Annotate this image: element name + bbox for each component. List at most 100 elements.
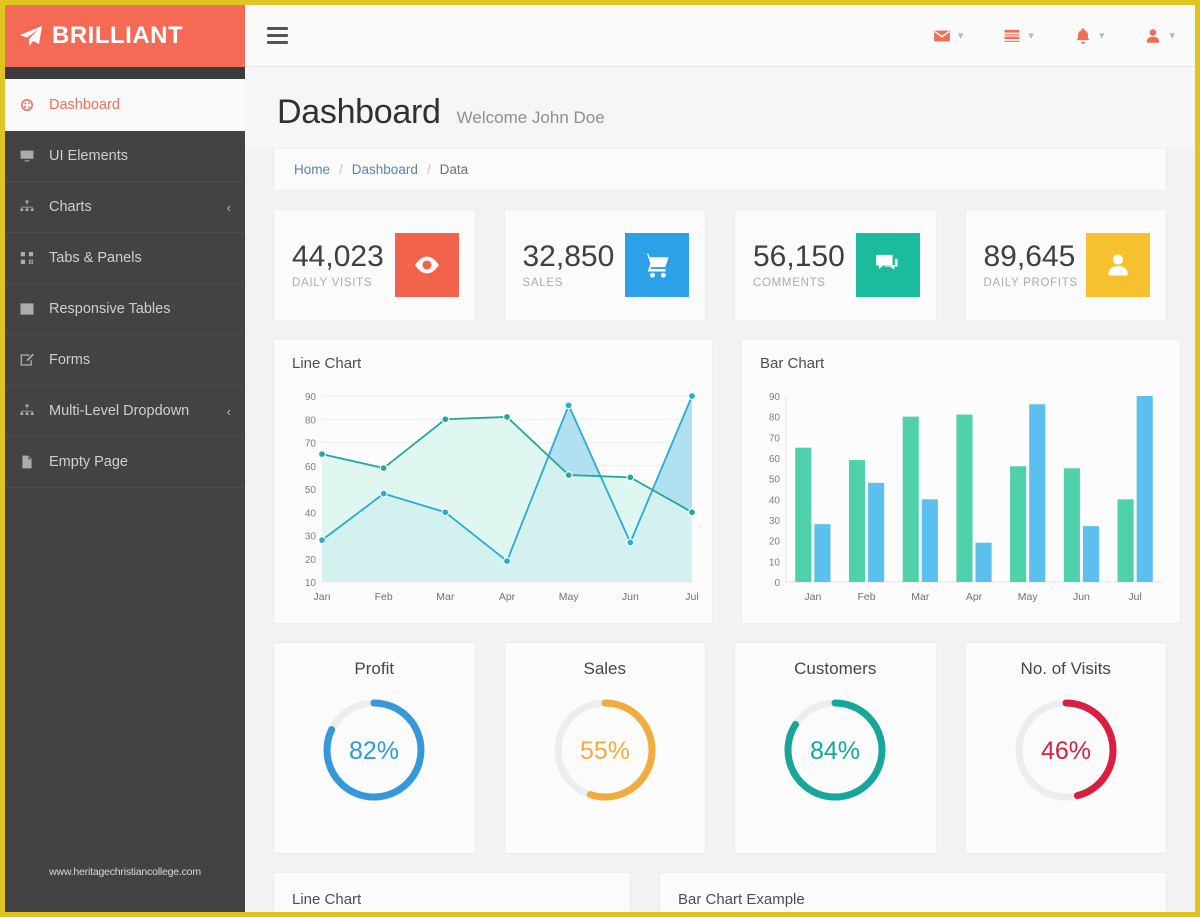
sidebar-item-label: Forms	[49, 352, 91, 368]
svg-text:10: 10	[769, 557, 781, 568]
svg-text:May: May	[559, 591, 580, 603]
donut-title: No. of Visits	[1020, 659, 1111, 678]
donut-value: 46%	[1041, 737, 1091, 765]
bottom-card-row: Line Chart Bar Chart Example	[273, 872, 1167, 912]
tasks-menu[interactable]: ▾	[1003, 27, 1034, 45]
svg-text:90: 90	[769, 392, 781, 403]
sidebar-item-tabs-panels[interactable]: Tabs & Panels	[5, 233, 245, 284]
stat-card-sales: 32,850 SALES	[503, 209, 706, 321]
bell-menu[interactable]: ▾	[1074, 27, 1105, 45]
breadcrumb-item-home[interactable]: Home	[294, 162, 330, 177]
donut-svg: 46%	[1015, 699, 1117, 801]
line-chart-area: 10 20 30 40 50 60 70 80 90 Jan Feb Mar Apr May Jun Jul	[274, 382, 712, 623]
chevron-left-icon[interactable]: ‹	[227, 404, 231, 419]
svg-text:Jun: Jun	[1073, 591, 1090, 603]
brand-name: BRILLIANT	[52, 22, 184, 49]
donut-gauge: 82%	[315, 691, 433, 814]
envelope-icon	[933, 27, 951, 45]
sidebar-item-ui-elements[interactable]: UI Elements	[5, 131, 245, 182]
donut-card-row: Profit 82% Sales 55% Customers 84% No. of Visi…	[273, 642, 1167, 854]
svg-text:Jun: Jun	[622, 591, 639, 603]
dashboard-icon	[21, 99, 33, 111]
svg-text:80: 80	[305, 415, 317, 426]
chevron-left-icon[interactable]: ‹	[227, 200, 231, 215]
stat-text: 32,850 SALES	[523, 241, 615, 290]
svg-text:May: May	[1018, 591, 1039, 603]
sidebar-item-label: Tabs & Panels	[49, 250, 142, 266]
breadcrumb-separator: /	[339, 162, 343, 177]
svg-text:60: 60	[305, 462, 317, 473]
sidebar-nav: Dashboard UI Elements Charts ‹ Tabs & Panels…	[5, 79, 245, 488]
sidebar-item-label: Responsive Tables	[49, 301, 171, 317]
envelope-menu[interactable]: ▾	[933, 27, 963, 45]
line-chart-svg: 10 20 30 40 50 60 70 80 90 Jan Feb Mar Apr May Jun Jul	[305, 392, 699, 603]
breadcrumb-separator: /	[426, 162, 431, 177]
donut-svg: 84%	[784, 699, 886, 801]
svg-text:40: 40	[305, 508, 317, 519]
stat-value: 44,023	[292, 239, 384, 273]
bottom-line-chart-title: Line Chart	[292, 891, 362, 908]
svg-text:80: 80	[769, 413, 781, 424]
top-navbar: ▾ ▾ ▾ ▾	[245, 5, 1195, 67]
donut-title: Customers	[794, 659, 877, 678]
donut-svg: 55%	[554, 699, 656, 801]
hamburger-icon[interactable]	[267, 27, 288, 44]
paper-plane-icon	[19, 25, 43, 47]
donut-title: Profit	[354, 659, 395, 678]
sidebar-item-forms[interactable]: Forms	[5, 335, 245, 386]
pencil-square-icon	[20, 353, 34, 366]
donut-title: Sales	[583, 659, 627, 678]
donut-card-customers: Customers 84%	[734, 642, 937, 854]
sidebar: BRILLIANT Dashboard UI Elements Charts ‹ Tab…	[5, 5, 245, 912]
stat-text: 56,150 COMMENTS	[753, 241, 845, 290]
donut-card-profit: Profit 82%	[273, 642, 476, 854]
file-icon	[22, 455, 32, 469]
pencil-square-icon	[19, 352, 49, 368]
breadcrumb: Home / Dashboard / Data	[273, 148, 1167, 191]
app-window: BRILLIANT Dashboard UI Elements Charts ‹ Tab…	[0, 0, 1200, 917]
donut-gauge: 46%	[1007, 691, 1125, 814]
svg-text:Mar: Mar	[911, 591, 930, 603]
chart-card-row: Line Chart 10 20 30 40 50 60 70 80 90 Jan Feb Mar Ap…	[273, 339, 1181, 624]
sitemap-icon	[20, 200, 34, 211]
sidebar-item-label: Charts	[49, 199, 92, 215]
stat-text: 89,645 DAILY PROFITS	[984, 241, 1078, 290]
sidebar-item-label: Empty Page	[49, 454, 128, 470]
sidebar-item-empty-page[interactable]: Empty Page	[5, 437, 245, 488]
stat-icon-badge	[1086, 233, 1150, 297]
svg-text:Jan: Jan	[314, 591, 331, 603]
bar-chart-area: 0 10 20 30 40 50 60 70 80 90 Jan Feb Mar Apr May Jun Jul	[742, 382, 1180, 623]
svg-text:20: 20	[769, 537, 781, 548]
bar-chart-svg: 0 10 20 30 40 50 60 70 80 90 Jan Feb Mar Apr May Jun Jul	[769, 392, 1162, 603]
grid-icon	[20, 252, 34, 264]
stat-icon-badge	[625, 233, 689, 297]
line-chart-card-title: Line Chart	[292, 355, 362, 372]
sidebar-item-charts[interactable]: Charts ‹	[5, 182, 245, 233]
sitemap-icon	[20, 404, 34, 415]
user-icon	[1147, 28, 1160, 43]
chevron-down-icon: ▾	[1098, 30, 1105, 42]
breadcrumb-item-dashboard[interactable]: Dashboard	[352, 162, 418, 177]
bottom-line-chart-card: Line Chart	[273, 872, 631, 912]
eye-icon	[414, 256, 439, 274]
svg-text:30: 30	[769, 516, 781, 527]
svg-text:30: 30	[305, 532, 317, 543]
sidebar-item-dashboard[interactable]: Dashboard	[5, 79, 245, 131]
stat-value: 56,150	[753, 239, 845, 273]
svg-text:Feb: Feb	[858, 591, 876, 603]
svg-text:Feb: Feb	[375, 591, 393, 603]
svg-text:Jul: Jul	[685, 591, 698, 603]
user-icon	[1144, 27, 1162, 45]
sidebar-item-label: UI Elements	[49, 148, 128, 164]
table-icon	[19, 301, 49, 317]
svg-text:10: 10	[305, 578, 317, 589]
donut-value: 84%	[810, 737, 860, 765]
bar-chart-card-title: Bar Chart	[760, 355, 825, 372]
brand-logo[interactable]: BRILLIANT	[5, 5, 245, 67]
envelope-icon	[934, 30, 950, 41]
donut-gauge: 55%	[546, 691, 664, 814]
sidebar-item-multi-level-dropdown[interactable]: Multi-Level Dropdown ‹	[5, 386, 245, 437]
topbar-icon-group: ▾ ▾ ▾ ▾	[893, 27, 1195, 45]
user-menu[interactable]: ▾	[1144, 27, 1175, 45]
sidebar-item-responsive-tables[interactable]: Responsive Tables	[5, 284, 245, 335]
